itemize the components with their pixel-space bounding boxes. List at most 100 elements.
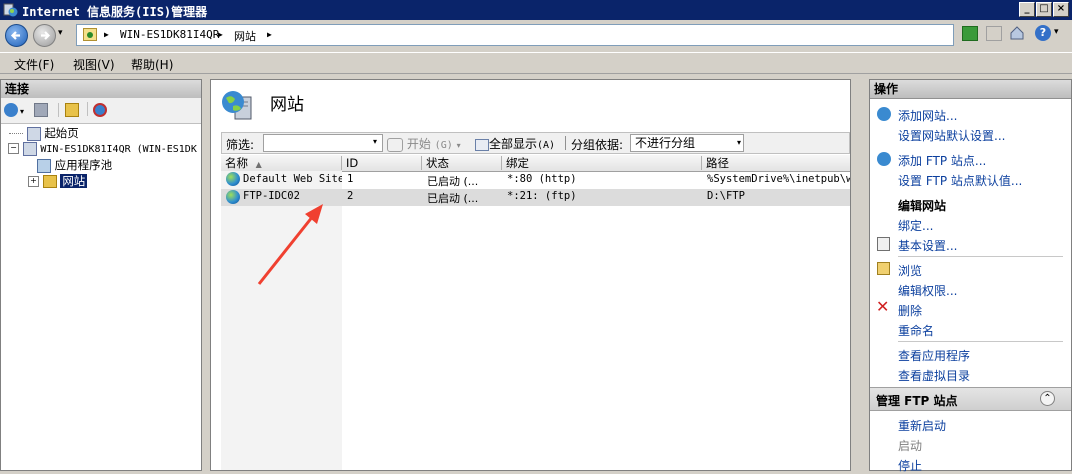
site-globe-icon — [226, 172, 240, 186]
title-bar[interactable]: Internet 信息服务(IIS)管理器 _ □ × — [0, 0, 1072, 20]
collapse-section-icon[interactable]: ⌃ — [1040, 391, 1055, 406]
filter-bar: 筛选: ▾ 开始 (G) ▾ 全部显示(A) 分组依据: 不进行分组 ▾ — [221, 132, 850, 154]
menu-bar: 文件(F) 视图(V) 帮助(H) — [0, 52, 1072, 74]
address-segment-server[interactable]: WIN-ES1DK81I4QR — [120, 28, 219, 41]
history-dropdown-icon[interactable]: ▾ — [58, 28, 63, 38]
show-all-button[interactable]: 全部显示(A) — [475, 135, 555, 152]
section-divider — [898, 256, 1063, 257]
server-icon — [22, 141, 37, 156]
iis-app-icon — [3, 2, 18, 17]
help-dropdown-icon[interactable]: ▾ — [1054, 27, 1059, 37]
tree-item-server[interactable]: − WIN-ES1DK81I4QR (WIN-ES1DK — [8, 141, 197, 156]
column-header-binding[interactable]: 绑定 — [502, 156, 702, 170]
ftp-defaults-link[interactable]: 设置 FTP 站点默认值... — [898, 172, 1022, 189]
table-row[interactable]: Default Web Site 1 已启动 (... *:80 (http) … — [221, 172, 850, 189]
website-defaults-link[interactable]: 设置网站默认设置... — [898, 127, 1005, 144]
sites-globe-icon — [221, 89, 253, 121]
filter-divider — [565, 136, 566, 150]
filter-input[interactable] — [263, 134, 383, 152]
connections-toolbar: ▾ — [1, 98, 201, 124]
actions-header: 操作 — [870, 80, 1071, 99]
collapse-toggle-icon[interactable]: − — [8, 143, 19, 154]
back-arrow-icon — [10, 31, 20, 40]
site-id: 2 — [347, 190, 354, 202]
connect-dropdown-icon[interactable]: ▾ — [20, 107, 24, 116]
site-path: D:\FTP — [707, 190, 745, 202]
delete-icon: ✕ — [876, 297, 890, 316]
sort-ascending-icon: ▲ — [255, 160, 262, 169]
stop-ftp-link[interactable]: 停止 — [898, 457, 922, 474]
view-applications-link[interactable]: 查看应用程序 — [898, 347, 970, 364]
tree-label: 应用程序池 — [54, 158, 113, 172]
start-ftp-link[interactable]: 启动 — [898, 437, 922, 454]
disconnect-icon[interactable] — [93, 103, 107, 117]
delete-link[interactable]: 删除 — [898, 302, 922, 319]
show-all-label: 全部显示 — [489, 137, 538, 151]
start-label: 开始 — [406, 137, 431, 151]
window-title: Internet 信息服务(IIS)管理器 — [22, 5, 208, 19]
app-pool-icon — [37, 158, 51, 173]
browse-link[interactable]: 浏览 — [898, 262, 922, 279]
group-by-select[interactable]: 不进行分组 ▾ — [630, 134, 744, 152]
back-button[interactable] — [5, 24, 28, 47]
refresh-icon[interactable] — [962, 26, 978, 41]
expand-toggle-icon[interactable]: + — [28, 176, 39, 187]
save-icon[interactable] — [34, 103, 48, 117]
page-icon — [83, 28, 97, 41]
add-website-link[interactable]: 添加网站... — [898, 107, 957, 124]
stop-icon[interactable] — [986, 26, 1002, 41]
tree-item-start-page[interactable]: 起始页 — [9, 125, 79, 141]
column-header-name[interactable]: 名称 ▲ — [221, 156, 342, 170]
column-label: 名称 — [225, 156, 248, 170]
tree-label: 起始页 — [44, 126, 79, 140]
edit-permissions-link[interactable]: 编辑权限... — [898, 282, 957, 299]
close-button[interactable]: × — [1053, 2, 1069, 17]
basic-settings-icon — [877, 237, 890, 251]
start-dropdown-icon[interactable]: ▾ — [457, 141, 461, 150]
actions-pane: 操作 添加网站... 设置网站默认设置... 添加 FTP 站点... 设置 F… — [869, 79, 1072, 474]
group-by-dropdown-icon[interactable]: ▾ — [737, 135, 741, 151]
filter-label: 筛选: — [226, 138, 255, 152]
connect-icon[interactable] — [4, 103, 18, 117]
restart-ftp-link[interactable]: 重新启动 — [898, 417, 946, 434]
filter-dropdown-icon[interactable]: ▾ — [373, 137, 377, 146]
forward-button[interactable] — [33, 24, 56, 47]
site-globe-icon — [226, 190, 240, 204]
binoculars-icon — [387, 137, 403, 152]
address-separator-icon: ▶ — [267, 30, 272, 39]
column-header-id[interactable]: ID — [342, 156, 422, 170]
column-header-status[interactable]: 状态 — [422, 156, 502, 170]
up-level-icon[interactable] — [65, 103, 79, 117]
show-all-icon — [475, 138, 489, 151]
menu-help[interactable]: 帮助(H) — [131, 56, 173, 73]
site-id: 1 — [347, 173, 354, 185]
ftp-section-header[interactable]: 管理 FTP 站点 ⌃ — [870, 387, 1071, 411]
connections-header: 连接 — [1, 80, 201, 99]
address-bar[interactable]: ▶ WIN-ES1DK81I4QR ▶ 网站 ▶ — [76, 24, 954, 46]
site-binding: *:80 (http) — [507, 173, 577, 185]
browse-icon — [877, 262, 890, 275]
group-by-value: 不进行分组 — [635, 136, 696, 150]
forward-arrow-icon — [41, 31, 51, 40]
minimize-button[interactable]: _ — [1019, 2, 1035, 17]
start-filter-button[interactable]: 开始 (G) ▾ — [387, 135, 461, 152]
menu-view[interactable]: 视图(V) — [73, 56, 115, 73]
basic-settings-link[interactable]: 基本设置... — [898, 237, 957, 254]
address-segment-sites[interactable]: 网站 — [234, 28, 256, 44]
tree-item-app-pools[interactable]: 应用程序池 — [37, 157, 112, 173]
maximize-button[interactable]: □ — [1036, 2, 1052, 17]
menu-file[interactable]: 文件(F) — [14, 56, 54, 73]
add-site-icon — [877, 107, 891, 121]
column-header-path[interactable]: 路径 — [702, 156, 850, 170]
view-virtual-dirs-link[interactable]: 查看虚拟目录 — [898, 367, 970, 384]
section-divider — [898, 341, 1063, 342]
rename-link[interactable]: 重命名 — [898, 322, 934, 339]
tree-item-sites[interactable]: + 网站 — [28, 173, 88, 189]
home-icon[interactable] — [1009, 25, 1025, 41]
add-ftp-site-link[interactable]: 添加 FTP 站点... — [898, 152, 986, 169]
edit-site-heading: 编辑网站 — [898, 199, 947, 213]
help-icon[interactable]: ? — [1035, 25, 1051, 41]
site-name: Default Web Site — [243, 173, 342, 185]
site-binding: *:21: (ftp) — [507, 190, 577, 202]
bindings-link[interactable]: 绑定... — [898, 217, 933, 234]
